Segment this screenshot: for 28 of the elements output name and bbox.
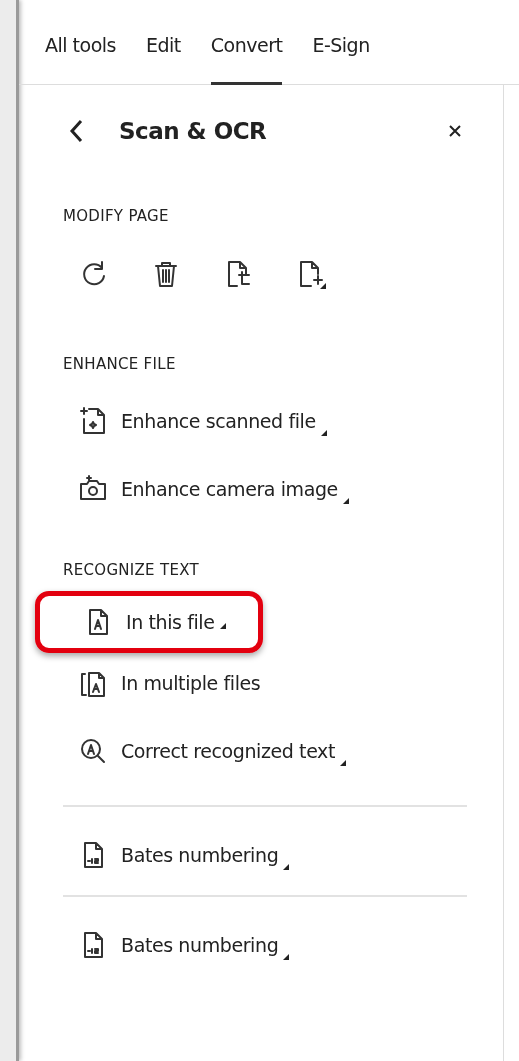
corner-triangle-icon — [282, 953, 291, 961]
menu-item[interactable]: Enhance scanned file — [63, 387, 467, 455]
corner-triangle-icon — [319, 429, 328, 437]
tab[interactable]: E-Sign — [312, 0, 370, 85]
tab[interactable]: All tools — [45, 0, 116, 85]
item-label: Correct recognized text — [121, 740, 335, 762]
menu-item[interactable]: Correct recognized text — [63, 717, 467, 785]
section-heading: RECOGNIZE TEXT — [63, 561, 200, 579]
tab[interactable]: Convert — [210, 0, 283, 85]
item-label: In this file — [126, 611, 215, 633]
menu-item[interactable]: Enhance camera image — [63, 455, 467, 523]
menu-item[interactable]: Bates numbering — [63, 911, 467, 979]
close-icon — [447, 123, 463, 139]
item-label: In multiple files — [121, 672, 261, 694]
corner-triangle-icon — [341, 497, 350, 505]
item-label: Bates numbering — [121, 934, 279, 956]
panel-title: Scan & OCR — [119, 118, 268, 144]
menu-item[interactable]: Bates numbering — [63, 821, 467, 889]
item-label: Enhance scanned file — [121, 410, 316, 432]
corner-triangle-icon — [218, 622, 227, 630]
corner-triangle-icon — [282, 863, 291, 871]
section-heading: ENHANCE FILE — [63, 355, 177, 373]
section-heading: MODIFY PAGE — [63, 207, 170, 225]
tab[interactable]: Edit — [146, 0, 181, 85]
item-label: Bates numbering — [121, 844, 279, 866]
corner-triangle-icon — [339, 759, 347, 767]
highlighted-menu-item[interactable]: In this file — [35, 591, 263, 653]
item-label: Enhance camera image — [121, 478, 338, 500]
